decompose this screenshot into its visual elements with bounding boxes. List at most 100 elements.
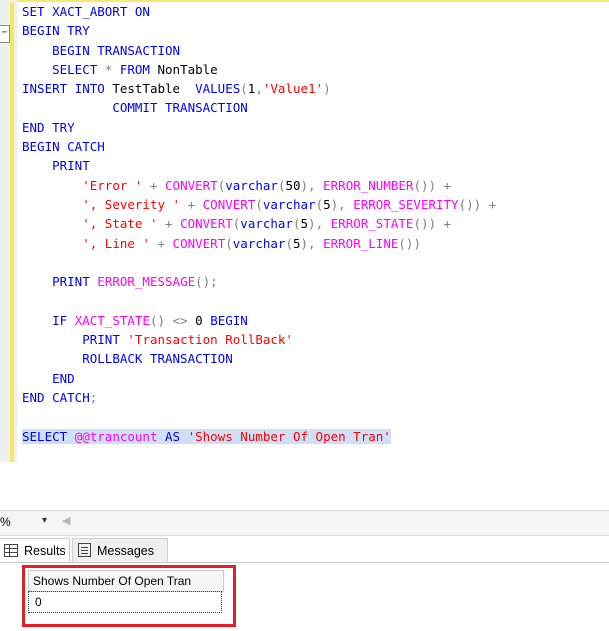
code-line[interactable]: END CATCH; xyxy=(22,388,496,407)
code-token xyxy=(67,428,75,444)
code-line[interactable]: SET XACT_ABORT ON xyxy=(22,2,496,21)
code-line[interactable] xyxy=(22,407,496,426)
code-token: AS xyxy=(165,428,181,444)
code-line[interactable]: ', State ' + CONVERT(varchar(5), ERROR_S… xyxy=(22,214,496,233)
code-token: + xyxy=(157,235,166,251)
code-token: END TRY xyxy=(22,119,75,135)
code-line[interactable]: BEGIN CATCH xyxy=(22,137,496,156)
code-token: FROM xyxy=(119,61,150,77)
code-token: ROLLBACK TRANSACTION xyxy=(82,351,233,367)
code-line[interactable] xyxy=(22,291,496,310)
code-token: 0 xyxy=(187,312,211,328)
code-line[interactable]: END TRY xyxy=(22,118,496,137)
zoom-level[interactable]: % xyxy=(0,515,11,529)
code-token: BEGIN xyxy=(210,312,248,328)
collapse-icon[interactable]: − xyxy=(0,25,10,43)
code-token: ( xyxy=(240,81,248,97)
code-token: 5 xyxy=(292,235,301,251)
code-token: ), xyxy=(300,235,316,251)
code-token: ()) xyxy=(413,177,437,193)
code-line[interactable]: ', Line ' + CONVERT(varchar(5), ERROR_LI… xyxy=(22,234,496,253)
code-token: ERROR_NUMBER xyxy=(323,177,414,193)
code-line[interactable]: ROLLBACK TRANSACTION xyxy=(22,349,496,368)
column-header[interactable]: Shows Number Of Open Tran xyxy=(28,570,224,592)
code-token: ( xyxy=(285,235,293,251)
tab-results-label: Results xyxy=(24,544,66,558)
code-token: INSERT INTO xyxy=(22,81,105,97)
code-token: 5 xyxy=(323,196,331,212)
code-line[interactable]: IF XACT_STATE() <> 0 BEGIN xyxy=(22,311,496,330)
code-token: ERROR_STATE xyxy=(330,216,414,232)
code-token: @@trancount xyxy=(74,428,158,444)
tab-messages-label: Messages xyxy=(97,544,154,558)
change-tracking-bar xyxy=(10,2,14,462)
code-token: ()) xyxy=(398,235,421,251)
tab-results[interactable]: Results xyxy=(0,538,70,563)
query-editor[interactable]: − SET XACT_ABORT ON BEGIN TRY BEGIN TRANS… xyxy=(0,0,609,462)
chevron-down-icon[interactable]: ▾ xyxy=(42,515,47,526)
code-token: PRINT xyxy=(52,158,90,174)
code-line[interactable]: INSERT INTO TestTable VALUES(1,'Value1') xyxy=(22,79,496,98)
code-token: + xyxy=(488,196,497,212)
code-token: PRINT xyxy=(52,274,90,290)
code-token: ( xyxy=(225,235,233,251)
code-line[interactable]: 'Error ' + CONVERT(varchar(50), ERROR_NU… xyxy=(22,176,496,195)
code-token: BEGIN CATCH xyxy=(22,139,105,155)
code-token: NonTable xyxy=(149,61,218,77)
code-token: ), xyxy=(300,177,316,193)
code-line[interactable]: BEGIN TRANSACTION xyxy=(22,41,496,60)
code-token: ERROR_LINE xyxy=(323,235,399,251)
tab-messages[interactable]: Messages xyxy=(72,538,168,564)
code-token: + xyxy=(149,177,158,193)
code-token: PRINT xyxy=(82,332,120,348)
code-token: varchar xyxy=(262,196,316,212)
code-token xyxy=(180,428,188,444)
code-token: ) xyxy=(323,81,331,97)
code-line[interactable]: PRINT ERROR_MESSAGE(); xyxy=(22,272,496,291)
code-token: VALUES xyxy=(195,81,241,97)
code-token: ', Line ' xyxy=(82,235,150,251)
code-token: + xyxy=(443,216,452,232)
result-cell[interactable]: 0 xyxy=(28,591,222,613)
code-token: COMMIT TRANSACTION xyxy=(112,100,248,116)
code-line[interactable]: PRINT xyxy=(22,156,496,175)
code-token: CONVERT xyxy=(172,235,226,251)
code-line[interactable]: COMMIT TRANSACTION xyxy=(22,98,496,117)
code-token: + xyxy=(165,216,173,232)
code-line[interactable]: ', Severity ' + CONVERT(varchar(5), ERRO… xyxy=(22,195,496,214)
code-line[interactable]: PRINT 'Transaction RollBack' xyxy=(22,330,496,349)
code-line[interactable]: BEGIN TRY xyxy=(22,21,496,40)
code-token: ERROR_MESSAGE xyxy=(97,274,196,290)
sql-code[interactable]: SET XACT_ABORT ON BEGIN TRY BEGIN TRANSAC… xyxy=(22,2,496,446)
code-token: ERROR_SEVERITY xyxy=(353,196,459,212)
code-line[interactable]: SELECT @@trancount AS 'Shows Number Of O… xyxy=(22,427,496,446)
code-token: END xyxy=(52,370,75,386)
code-token: END CATCH xyxy=(22,389,90,405)
code-token: SELECT xyxy=(22,428,68,444)
code-token: 'Transaction RollBack' xyxy=(127,332,293,348)
scroll-left-icon[interactable]: ◀ xyxy=(62,514,70,527)
code-line[interactable] xyxy=(22,253,496,272)
code-token: ', Severity ' xyxy=(82,196,181,212)
code-token: ( xyxy=(315,196,324,212)
code-line[interactable]: END xyxy=(22,369,496,388)
code-token: CONVERT xyxy=(202,196,256,212)
code-line[interactable]: SELECT * FROM NonTable xyxy=(22,60,496,79)
